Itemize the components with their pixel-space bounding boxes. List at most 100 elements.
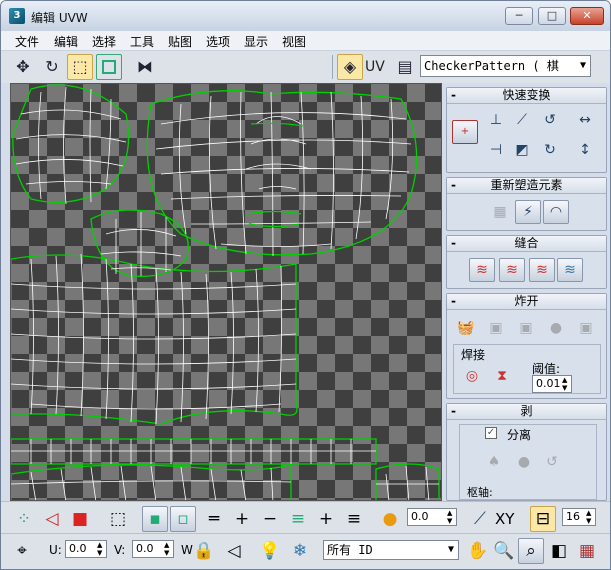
relax-until-flat-icon[interactable]: ◠: [543, 200, 569, 224]
stitch-to-source-icon[interactable]: ≋: [529, 258, 555, 282]
reset-peel-icon[interactable]: ↺: [539, 450, 565, 474]
u-label: U:: [49, 543, 62, 557]
texture-icon[interactable]: ◈: [337, 54, 363, 80]
vertex-mode-icon[interactable]: ⁘: [11, 506, 37, 532]
element-mode-icon[interactable]: ⬚: [105, 506, 131, 532]
uv-mesh: [11, 84, 440, 500]
stitch-custom-icon[interactable]: ≋: [557, 258, 583, 282]
snap-icon[interactable]: ⊟: [530, 506, 556, 532]
title-bar[interactable]: 3 编辑 UVW ─ □ ✕: [1, 1, 610, 31]
chevron-down-icon: ▼: [447, 544, 454, 555]
peel-rollout: -剥 ✓ 分离 ♠ ● ↺ 枢轴:: [446, 403, 607, 501]
face-mode-icon[interactable]: ■: [67, 506, 93, 532]
texture-select[interactable]: CheckerPattern ( 棋 ▼: [420, 55, 591, 77]
break-icon[interactable]: 🧺: [453, 316, 479, 340]
lightbulb-icon[interactable]: 💡: [257, 538, 283, 564]
menu-display[interactable]: 显示: [244, 33, 268, 50]
stitch-rollout: - 缝合 ≋ ≋ ≋ ≋: [446, 235, 607, 289]
rotate-icon[interactable]: ↻: [39, 54, 65, 80]
relax-icon[interactable]: ⚡: [515, 200, 541, 224]
right-panel: - 快速变换 + ⊥ ⟋ ↺ ↔ ⊣ ◩ ↻ ↕ - 重新塑造元素 ▦ ⚡ ◠ -缝…: [444, 83, 610, 501]
peel-header[interactable]: -剥: [447, 404, 606, 420]
loop-icon[interactable]: ═: [201, 506, 227, 532]
weld-selected-icon[interactable]: ⧗: [489, 364, 515, 388]
menu-edit[interactable]: 编辑: [54, 33, 78, 50]
ring-shrink-icon[interactable]: ≡: [341, 506, 367, 532]
pan-icon[interactable]: ✋: [465, 538, 491, 564]
flatten-by-smoothing-icon[interactable]: ●: [543, 316, 569, 340]
flatten-by-material-icon[interactable]: ▣: [573, 316, 599, 340]
grid-input[interactable]: 16 ▲ ▼: [562, 508, 596, 526]
space-vertical-icon[interactable]: ↕: [572, 138, 598, 162]
zoom-region-icon[interactable]: ⌕: [518, 538, 544, 564]
properties-icon[interactable]: ▤: [392, 54, 418, 80]
explode-rollout: - 炸开 🧺 ▣ ▣ ● ▣ 焊接 ◎ ⧗ 阈值: 0.01 ▲ ▼: [446, 293, 607, 399]
quick-peel-icon[interactable]: ♠: [481, 450, 507, 474]
detach-edge-verts-icon[interactable]: ▣: [483, 316, 509, 340]
zoom-icon[interactable]: 🔍: [491, 538, 517, 564]
uv-viewport[interactable]: [10, 83, 442, 501]
menu-view[interactable]: 视图: [282, 33, 306, 50]
grid-display-icon[interactable]: ▦: [574, 538, 600, 564]
ring-grow-icon[interactable]: +: [313, 506, 339, 532]
pivot-label: 枢轴:: [467, 486, 493, 499]
minimize-button[interactable]: ─: [505, 7, 533, 25]
menu-select[interactable]: 选择: [92, 33, 116, 50]
xy-label[interactable]: XY: [495, 510, 514, 528]
move-icon[interactable]: ✥: [10, 54, 36, 80]
mirror-icon[interactable]: ⧓: [132, 54, 158, 80]
detach-checkbox[interactable]: ✓: [485, 427, 497, 439]
stitch-to-target-icon[interactable]: ≋: [469, 258, 495, 282]
falloff-type-icon[interactable]: ⟋: [467, 506, 493, 532]
menu-tools[interactable]: 工具: [130, 33, 154, 50]
edge-mode-icon[interactable]: ◁: [39, 506, 65, 532]
loop-shrink-icon[interactable]: −: [257, 506, 283, 532]
chevron-down-icon: ▼: [579, 60, 586, 71]
menu-mapping[interactable]: 贴图: [168, 33, 192, 50]
weld-target-icon[interactable]: ◎: [459, 364, 485, 388]
v-input[interactable]: 0.0 ▲ ▼: [132, 540, 174, 558]
zoom-extents-icon[interactable]: ◧: [546, 538, 572, 564]
uvw-editor-window: 3 编辑 UVW ─ □ ✕ 文件 编辑 选择 工具 贴图 选项 显示 视图 ✥…: [0, 0, 611, 570]
menu-file[interactable]: 文件: [15, 33, 39, 50]
stitch-average-icon[interactable]: ≋: [499, 258, 525, 282]
id-filter-select[interactable]: 所有 ID ▼: [323, 540, 459, 560]
soft-selection-icon[interactable]: ●: [377, 506, 403, 532]
align-linear-icon[interactable]: ⟋: [509, 108, 535, 132]
freeze-icon[interactable]: ❄: [287, 538, 313, 564]
threshold-input[interactable]: 0.01 ▲ ▼: [532, 375, 572, 393]
maximize-button[interactable]: □: [538, 7, 566, 25]
scale-icon[interactable]: ⬚: [67, 54, 93, 80]
align-horizontal-icon[interactable]: ⊥: [483, 108, 509, 132]
explode-header[interactable]: - 炸开: [447, 294, 606, 310]
freeform-icon[interactable]: [96, 54, 122, 80]
quick-transform-rollout: - 快速变换 + ⊥ ⟋ ↺ ↔ ⊣ ◩ ↻ ↕: [446, 87, 607, 173]
rotate-90-ccw-icon[interactable]: ↺: [537, 108, 563, 132]
loop-grow-icon[interactable]: +: [229, 506, 255, 532]
align-to-edge-icon[interactable]: ◩: [509, 138, 535, 162]
window-title: 编辑 UVW: [31, 11, 88, 25]
stitch-header[interactable]: - 缝合: [447, 236, 606, 252]
menu-options[interactable]: 选项: [206, 33, 230, 50]
set-pivot-icon[interactable]: +: [452, 120, 478, 144]
uv-shell-borders: [11, 84, 440, 500]
align-vertical-icon[interactable]: ⊣: [483, 138, 509, 162]
transform-mode-icon[interactable]: ⌖: [9, 538, 35, 564]
peel-mode-icon[interactable]: ●: [511, 450, 537, 474]
space-horizontal-icon[interactable]: ↔: [572, 108, 598, 132]
u-input[interactable]: 0.0 ▲ ▼: [65, 540, 107, 558]
grow-selection-icon[interactable]: ▪: [142, 506, 168, 532]
rotate-90-cw-icon[interactable]: ↻: [537, 138, 563, 162]
shrink-selection-icon[interactable]: ▫: [170, 506, 196, 532]
ring-icon[interactable]: ≡: [285, 506, 311, 532]
quick-transform-header[interactable]: - 快速变换: [447, 88, 606, 104]
falloff-input[interactable]: 0.0 ▲ ▼: [407, 508, 457, 526]
close-button[interactable]: ✕: [570, 7, 604, 25]
detach-label: 分离: [507, 428, 532, 442]
straighten-icon[interactable]: ▦: [487, 200, 513, 224]
flatten-by-poly-icon[interactable]: ▣: [513, 316, 539, 340]
app-icon: 3: [9, 8, 25, 24]
lock-icon[interactable]: 🔒: [191, 538, 217, 564]
hide-icon[interactable]: ◁: [221, 538, 247, 564]
reshape-header[interactable]: - 重新塑造元素: [447, 178, 606, 194]
